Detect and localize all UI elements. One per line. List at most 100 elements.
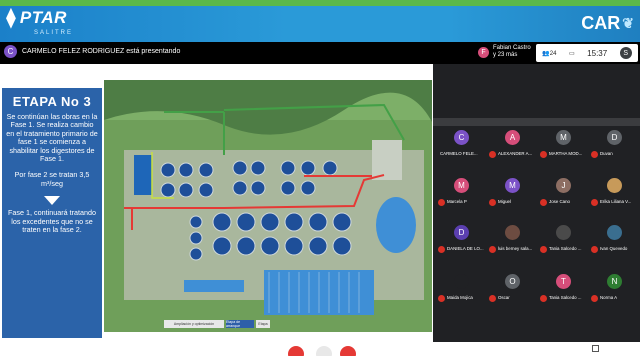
participant-name: Duvan: [600, 151, 613, 156]
participant-tile[interactable]: M MARTHA MOD...: [538, 126, 588, 162]
participant-tile[interactable]: luis berney sala...: [487, 221, 537, 257]
pinned-strip: [433, 118, 640, 126]
car-logo-text: CAR: [581, 13, 621, 33]
camera-button[interactable]: [316, 346, 332, 356]
water-drops-icon: ⧫: [6, 7, 16, 29]
bottom-control-bar: [0, 342, 640, 356]
participant-name: Tania Salcedo ...: [549, 246, 582, 251]
participant-avatar: D: [454, 225, 469, 240]
participant-name: Jose Cano: [549, 199, 570, 204]
participant-avatar: [607, 225, 622, 240]
mic-muted-icon: [591, 295, 598, 302]
mic-muted-icon: [591, 199, 598, 206]
participant-tile[interactable]: C CARMELO FELE...: [436, 126, 486, 162]
participant-name: Norma A: [600, 295, 618, 300]
slide-text-panel: ETAPA No 3 Se continúan las obras en la …: [2, 88, 102, 338]
mic-muted-icon: [591, 151, 598, 158]
participant-name: DANIELA DE LO...: [447, 246, 484, 251]
participant-tile[interactable]: A ALEXANDER A...: [487, 126, 537, 162]
slide-paragraph-3: Fase 1, continuará tratando los excedent…: [8, 208, 96, 235]
mic-muted-icon: [591, 246, 598, 253]
participant-tile[interactable]: Erika Liliana V...: [589, 174, 639, 210]
participant-tile[interactable]: Tania Salcedo ...: [538, 221, 588, 257]
ptar-logo: ⧫ PTAR SALITRE: [6, 7, 71, 36]
participant-avatar: N: [607, 274, 622, 289]
participant-tile[interactable]: Maida Mojica: [436, 270, 486, 306]
map-tab-2[interactable]: Etapa: [256, 320, 270, 328]
down-arrow-icon: [44, 196, 60, 206]
participant-name: MARTHA MOD...: [549, 151, 583, 156]
meeting-top-bar: C CARMELO FELEZ RODRIGUEZ está presentan…: [0, 42, 640, 64]
participant-avatar: M: [505, 178, 520, 193]
map-tab-bar: Ampliación y optimización Etapa de arran…: [164, 320, 274, 328]
slide-paragraph-2: Por fase 2 se tratan 3,5 m³/seg: [14, 170, 90, 188]
participant-name: Erika Liliana V...: [600, 199, 632, 204]
participant-name: Miguel: [498, 199, 511, 204]
participant-avatar: [607, 178, 622, 193]
participant-tile[interactable]: Ivan Quevedo: [589, 221, 639, 257]
app-root: ⧫ PTAR SALITRE CAR ❦ C CARMELO FELEZ ROD…: [0, 0, 640, 356]
mic-muted-icon: [540, 295, 547, 302]
car-logo: CAR ❦: [581, 13, 634, 34]
map-tab-0[interactable]: Ampliación y optimización: [164, 320, 224, 328]
participant-tile[interactable]: M Marcela P: [436, 174, 486, 210]
chat-icon[interactable]: ▭: [569, 50, 575, 57]
mic-muted-icon: [489, 246, 496, 253]
mic-muted-icon: [489, 295, 496, 302]
participant-avatar: [454, 274, 469, 289]
participant-name: CARMELO FELE...: [440, 151, 478, 156]
clock: 15:37: [587, 48, 608, 58]
leaf-icon: ❦: [622, 15, 634, 31]
participant-name: Marcela P: [447, 199, 467, 204]
slide-title: ETAPA No 3: [12, 94, 92, 109]
participant-name: ALEXANDER A...: [498, 151, 533, 156]
participant-avatar: O: [505, 274, 520, 289]
participant-tile[interactable]: J Jose Cano: [538, 174, 588, 210]
participant-avatar: M: [556, 130, 571, 145]
participant-name: Oscar: [498, 295, 510, 300]
mic-muted-icon: [540, 199, 547, 206]
participant-name: Maida Mojica: [447, 295, 473, 300]
participant-tile[interactable]: D DANIELA DE LO...: [436, 221, 486, 257]
mic-muted-icon: [489, 151, 496, 158]
plant-map-graphic: [104, 80, 432, 332]
presenter-indicator: C CARMELO FELEZ RODRIGUEZ está presentan…: [4, 45, 180, 58]
mic-muted-icon: [438, 246, 445, 253]
presenter-avatar: C: [4, 45, 17, 58]
participants-count: 24: [549, 50, 557, 57]
participant-avatar: T: [556, 274, 571, 289]
mic-muted-icon: [489, 199, 496, 206]
participant-tile[interactable]: M Miguel: [487, 174, 537, 210]
end-call-button[interactable]: [340, 346, 356, 356]
meeting-controls-corner: 👥24 ▭ 15:37 S: [536, 44, 638, 62]
participant-tile[interactable]: D Duvan: [589, 126, 639, 162]
presenter-text: CARMELO FELEZ RODRIGUEZ está presentando: [22, 48, 181, 55]
participants-button[interactable]: 👥24: [542, 50, 556, 57]
joined-notification[interactable]: F Fabian Castro y 23 más: [478, 45, 531, 59]
banner-green-strip: [0, 0, 640, 6]
joiner-more: y 23 más: [493, 52, 518, 58]
participant-tile[interactable]: T Tania Salcedo ...: [538, 270, 588, 306]
participant-tile[interactable]: N Norma A: [589, 270, 639, 306]
mic-muted-icon: [540, 246, 547, 253]
participant-avatar: J: [556, 178, 571, 193]
participant-name: luis berney sala...: [498, 246, 533, 251]
mic-muted-icon: [438, 199, 445, 206]
mic-muted-icon: [540, 151, 547, 158]
map-tab-1[interactable]: Etapa de arranque: [226, 320, 254, 328]
participant-avatar: C: [454, 130, 469, 145]
participant-avatar: [505, 225, 520, 240]
self-avatar[interactable]: S: [619, 47, 632, 59]
mic-off-button[interactable]: [288, 346, 304, 356]
participant-avatar: D: [607, 130, 622, 145]
participant-avatar: M: [454, 178, 469, 193]
ptar-logo-text: PTAR: [19, 8, 67, 27]
participant-name: Tania Salcedo ...: [549, 295, 582, 300]
top-banner: ⧫ PTAR SALITRE CAR ❦: [0, 0, 640, 42]
participant-name: Ivan Quevedo: [600, 246, 628, 251]
fullscreen-icon[interactable]: [592, 345, 599, 352]
participant-tile[interactable]: O Oscar: [487, 270, 537, 306]
joiner-name: Fabian Castro: [493, 45, 531, 51]
participant-avatar: [556, 225, 571, 240]
joiner-avatar: F: [478, 46, 489, 58]
